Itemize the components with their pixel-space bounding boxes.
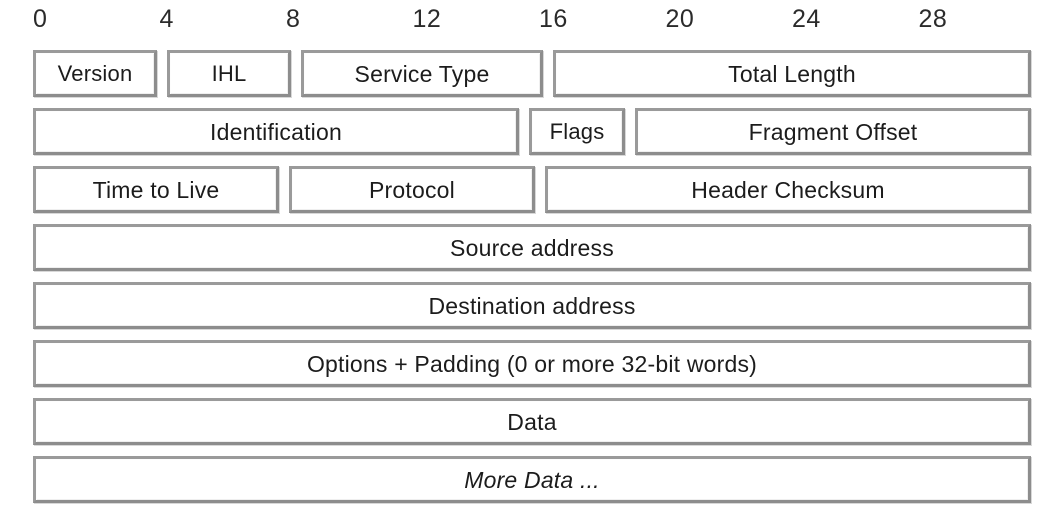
field-label: Protocol	[369, 176, 455, 203]
field-label: Header Checksum	[691, 176, 885, 203]
field-destination-address: Destination address	[33, 282, 1031, 329]
field-protocol: Protocol	[289, 166, 535, 213]
field-label: Total Length	[728, 60, 856, 87]
bit-tick-16: 16	[539, 5, 568, 33]
field-options-padding-0-or-more-32-bit-words: Options + Padding (0 or more 32-bit word…	[33, 340, 1031, 387]
bit-tick-8: 8	[286, 5, 301, 33]
field-total-length: Total Length	[553, 50, 1031, 97]
field-label: Destination address	[428, 292, 636, 319]
bit-ruler: 0 4 8 12 16 20 24 28	[33, 4, 1045, 42]
bit-tick-28: 28	[918, 5, 948, 33]
field-label: Flags	[549, 118, 605, 144]
field-label: Data	[507, 408, 557, 435]
field-ihl: IHL	[167, 50, 291, 97]
header-row: More Data ...	[0, 456, 1064, 503]
header-row: Version IHL Service Type Total Length	[0, 50, 1064, 97]
field-flags: Flags	[529, 108, 625, 155]
field-label: Version	[57, 60, 133, 86]
field-header-checksum: Header Checksum	[545, 166, 1031, 213]
field-label: Fragment Offset	[748, 118, 918, 145]
field-label: IHL	[211, 60, 247, 86]
field-more-data: More Data ...	[33, 456, 1031, 503]
field-fragment-offset: Fragment Offset	[635, 108, 1031, 155]
field-source-address: Source address	[33, 224, 1031, 271]
field-data: Data	[33, 398, 1031, 445]
header-row: Options + Padding (0 or more 32-bit word…	[0, 340, 1064, 387]
bit-tick-0: 0	[33, 5, 48, 33]
header-rows: Version IHL Service Type Total Length Identi…	[0, 50, 1064, 514]
field-identification: Identification	[33, 108, 519, 155]
bit-tick-4: 4	[159, 5, 174, 33]
bit-tick-20: 20	[665, 5, 695, 33]
ipv4-header-diagram: 0 4 8 12 16 20 24 28 Version IHL Service Type Tota…	[0, 0, 1064, 532]
field-label: Time to Live	[92, 176, 220, 203]
field-label: Options + Padding (0 or more 32-bit word…	[306, 350, 758, 377]
field-label: Service Type	[354, 60, 490, 87]
field-label: Source address	[450, 234, 614, 261]
header-row: Identification Flags Fragment Offset	[0, 108, 1064, 155]
field-label: More Data ...	[464, 466, 600, 493]
field-service-type: Service Type	[301, 50, 543, 97]
header-row: Source address	[0, 224, 1064, 271]
field-version: Version	[33, 50, 157, 97]
header-row: Time to Live Protocol Header Checksum	[0, 166, 1064, 213]
bit-tick-12: 12	[412, 5, 442, 33]
field-time-to-live: Time to Live	[33, 166, 279, 213]
field-label: Identification	[210, 118, 342, 145]
bit-tick-24: 24	[792, 5, 821, 33]
header-row: Data	[0, 398, 1064, 445]
header-row: Destination address	[0, 282, 1064, 329]
